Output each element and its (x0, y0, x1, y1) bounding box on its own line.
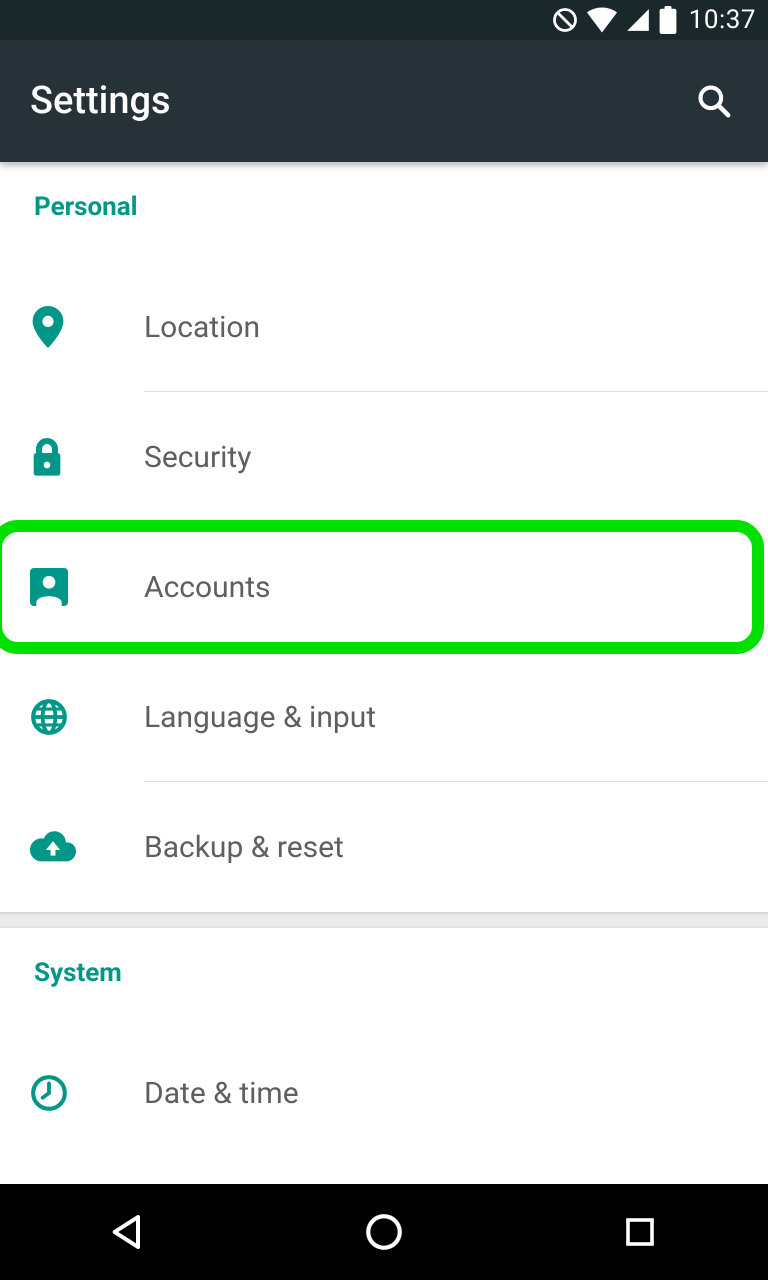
settings-item-label: Location (144, 310, 260, 345)
nav-recents-button[interactable] (580, 1202, 700, 1262)
app-bar: Settings (0, 40, 768, 162)
cell-signal-icon (625, 7, 651, 33)
person-icon (30, 568, 68, 606)
battery-icon (659, 6, 677, 34)
globe-icon (30, 698, 68, 736)
settings-item-backup-reset[interactable]: Backup & reset (0, 782, 768, 912)
search-icon (695, 82, 733, 120)
wifi-icon (587, 7, 617, 33)
list-personal: Location Security Accounts (0, 262, 768, 912)
settings-item-accounts[interactable]: Accounts (0, 522, 768, 652)
page-title: Settings (30, 79, 171, 123)
recents-square-icon (622, 1214, 658, 1250)
settings-item-location[interactable]: Location (0, 262, 768, 392)
section-header-personal: Personal (0, 162, 768, 232)
list-system: Date & time (0, 1028, 768, 1158)
nav-home-button[interactable] (324, 1202, 444, 1262)
navigation-bar (0, 1184, 768, 1280)
cloud-upload-icon (30, 830, 76, 864)
home-circle-icon (363, 1211, 405, 1253)
no-sign-icon (551, 6, 579, 34)
back-triangle-icon (108, 1212, 148, 1252)
settings-item-date-time[interactable]: Date & time (0, 1028, 768, 1158)
clock-icon (30, 1074, 68, 1112)
nav-back-button[interactable] (68, 1202, 188, 1262)
section-divider (0, 912, 768, 928)
settings-content: Personal Location Security (0, 162, 768, 1184)
settings-item-label: Accounts (144, 570, 271, 605)
settings-item-security[interactable]: Security (0, 392, 768, 522)
location-icon (30, 306, 66, 348)
settings-item-language-input[interactable]: Language & input (0, 652, 768, 782)
search-button[interactable] (690, 77, 738, 125)
status-bar: 10:37 (0, 0, 768, 40)
settings-item-label: Language & input (144, 700, 376, 735)
settings-item-label: Date & time (144, 1076, 299, 1111)
section-header-system: System (0, 928, 768, 998)
lock-icon (30, 437, 64, 477)
settings-item-label: Security (144, 440, 251, 475)
settings-item-label: Backup & reset (144, 830, 344, 865)
status-clock: 10:37 (689, 5, 756, 35)
